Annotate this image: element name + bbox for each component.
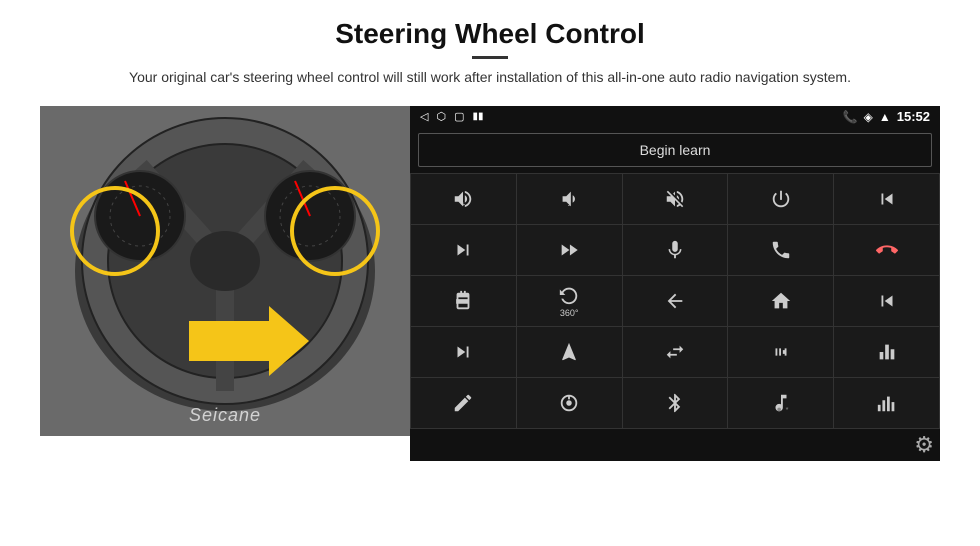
page-container: Steering Wheel Control Your original car…: [0, 0, 980, 546]
title-divider: [472, 56, 508, 59]
volume-up-icon: +: [452, 188, 474, 210]
wifi-icon: ▲: [879, 110, 891, 124]
microphone-button[interactable]: [623, 225, 728, 275]
direction-arrow: [189, 306, 309, 376]
music-button[interactable]: *: [728, 378, 833, 428]
volume-down-button[interactable]: -: [517, 174, 622, 224]
prev-track-button[interactable]: [834, 174, 939, 224]
prev-track-icon: [876, 188, 898, 210]
status-bar-right: 📞 ◈ ▲ 15:52: [843, 109, 930, 124]
status-bar-left: ◁ ⬡ ▢ ▮▮: [420, 110, 484, 123]
phone-answer-button[interactable]: [728, 225, 833, 275]
rewind-button[interactable]: [834, 276, 939, 326]
rewind-icon: [876, 290, 898, 312]
mute-icon: [664, 188, 686, 210]
next-button[interactable]: [411, 225, 516, 275]
phone-icon: 📞: [843, 110, 858, 124]
microphone-icon: [664, 239, 686, 261]
begin-learn-button[interactable]: Begin learn: [418, 133, 932, 167]
control-grid: + -: [410, 173, 940, 429]
clock: 15:52: [897, 109, 930, 124]
signal-icon: ▮▮: [472, 111, 483, 122]
hang-up-icon: [876, 239, 898, 261]
svg-text:+: +: [461, 199, 465, 208]
radio-ui-panel: ◁ ⬡ ▢ ▮▮ 📞 ◈ ▲ 15:52 Begin learn: [410, 106, 940, 436]
pen-icon: [452, 392, 474, 414]
skip-forward-icon: [452, 341, 474, 363]
content-area: Seicane ◁ ⬡ ▢ ▮▮ 📞 ◈ ▲: [40, 106, 940, 436]
home-nav-icon: [770, 290, 792, 312]
navigation-icon: [558, 341, 580, 363]
knob-button[interactable]: [517, 378, 622, 428]
begin-learn-row: Begin learn: [410, 127, 940, 173]
page-title: Steering Wheel Control: [129, 18, 851, 50]
360-label: 360°: [560, 308, 579, 318]
highlight-circle-right: [290, 186, 380, 276]
fast-forward-button[interactable]: [517, 225, 622, 275]
bluetooth-button[interactable]: [623, 378, 728, 428]
equalizer-icon: [876, 341, 898, 363]
home-nav-button[interactable]: [728, 276, 833, 326]
hang-up-button[interactable]: [834, 225, 939, 275]
highlight-circle-left: [70, 186, 160, 276]
status-bar: ◁ ⬡ ▢ ▮▮ 📞 ◈ ▲ 15:52: [410, 106, 940, 127]
title-section: Steering Wheel Control Your original car…: [129, 18, 851, 100]
360-button[interactable]: 360°: [517, 276, 622, 326]
settings-button[interactable]: ⚙: [914, 432, 934, 458]
next-icon: [452, 239, 474, 261]
volume-up-button[interactable]: +: [411, 174, 516, 224]
skip-forward-button[interactable]: [411, 327, 516, 377]
page-subtitle: Your original car's steering wheel contr…: [129, 67, 851, 88]
svg-text:*: *: [785, 405, 788, 414]
equalizer-button[interactable]: [834, 327, 939, 377]
spectrum-button[interactable]: [834, 378, 939, 428]
volume-down-icon: -: [558, 188, 580, 210]
back-nav-button[interactable]: [623, 276, 728, 326]
phonebook-icon: [452, 290, 474, 312]
home-icon[interactable]: ⬡: [436, 110, 446, 123]
phonebook-button[interactable]: [411, 276, 516, 326]
back-icon[interactable]: ◁: [420, 110, 428, 123]
radio-output-button[interactable]: [728, 327, 833, 377]
pen-button[interactable]: [411, 378, 516, 428]
knob-icon: [558, 392, 580, 414]
back-nav-icon: [664, 290, 686, 312]
brand-logo: Seicane: [189, 405, 261, 426]
fast-forward-icon: [558, 239, 580, 261]
swap-icon: [664, 341, 686, 363]
steering-wheel-photo: Seicane: [40, 106, 410, 436]
navigation-button[interactable]: [517, 327, 622, 377]
spectrum-icon: [876, 392, 898, 414]
phone-answer-icon: [770, 239, 792, 261]
radio-output-icon: [770, 341, 792, 363]
location-icon: ◈: [864, 110, 873, 124]
bluetooth-icon: [664, 392, 686, 414]
360-icon: [558, 284, 580, 306]
power-button[interactable]: [728, 174, 833, 224]
settings-area: ⚙: [410, 429, 940, 461]
mute-button[interactable]: [623, 174, 728, 224]
power-icon: [770, 188, 792, 210]
music-icon: *: [770, 392, 792, 414]
swap-button[interactable]: [623, 327, 728, 377]
recent-apps-icon[interactable]: ▢: [454, 110, 464, 123]
